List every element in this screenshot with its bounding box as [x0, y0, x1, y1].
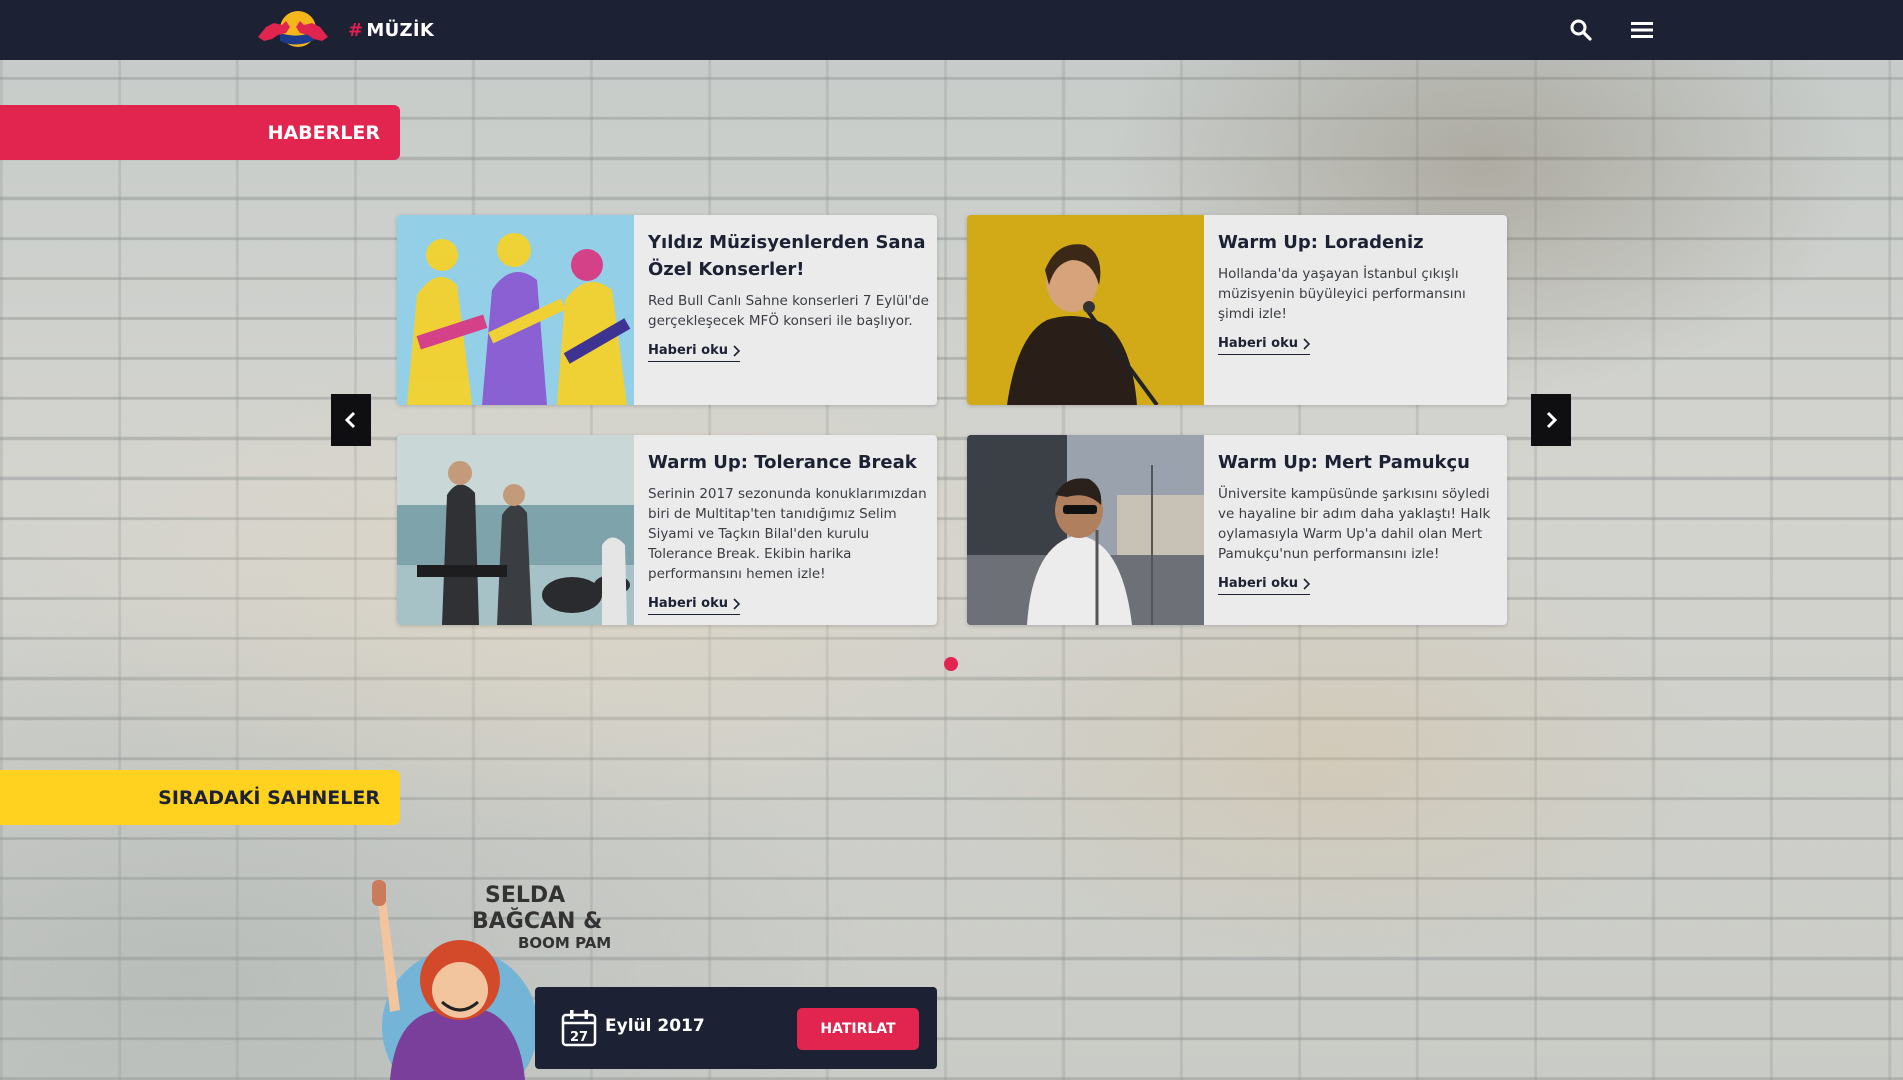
search-icon	[1570, 19, 1592, 41]
calendar-day: 27	[570, 1030, 588, 1045]
read-more-label: Haberi oku	[648, 596, 728, 611]
news-card-description: Red Bull Canlı Sahne konserleri 7 Eylül'…	[648, 293, 929, 329]
read-more-label: Haberi oku	[1218, 576, 1298, 591]
news-card-image[interactable]	[397, 435, 634, 625]
remind-button[interactable]: HATIRLAT	[797, 1008, 919, 1050]
search-button[interactable]	[1566, 16, 1596, 44]
news-card-image[interactable]	[967, 435, 1204, 625]
poster-title-line3: BOOM PAM	[518, 934, 611, 952]
hamburger-menu-icon	[1631, 22, 1653, 38]
read-more-link[interactable]: Haberi oku	[1218, 336, 1310, 355]
chevron-right-icon	[1546, 411, 1558, 429]
news-card[interactable]: Yıldız Müzisyenlerden Sana Özel Konserle…	[397, 215, 937, 405]
news-card[interactable]: Warm Up: Loradeniz Hollanda'da yaşayan İ…	[967, 215, 1507, 405]
news-card-description: Hollanda'da yaşayan İstanbul çıkışlı müz…	[1218, 266, 1466, 322]
event-date: Eylül 2017	[605, 1016, 705, 1036]
read-more-link[interactable]: Haberi oku	[648, 596, 740, 615]
read-more-label: Haberi oku	[1218, 336, 1298, 351]
news-section-title: HABERLER	[267, 121, 380, 144]
news-section-banner: HABERLER	[0, 105, 400, 160]
chevron-left-icon	[344, 411, 356, 429]
news-card-description: Serinin 2017 sezonunda konuklarımızdan b…	[648, 486, 927, 582]
chevron-right-icon	[1303, 337, 1310, 350]
top-navigation-bar: # MÜZİK	[0, 0, 1903, 60]
news-card-description: Üniversite kampüsünde şarkısını söyledi …	[1218, 486, 1491, 562]
news-card-title[interactable]: Warm Up: Mert Pamukçu	[1218, 449, 1505, 476]
menu-button[interactable]	[1627, 16, 1657, 44]
news-card-image[interactable]	[397, 215, 634, 405]
section-tag[interactable]: # MÜZİK	[348, 17, 434, 43]
news-card[interactable]: Warm Up: Tolerance Break Serinin 2017 se…	[397, 435, 937, 625]
section-name: MÜZİK	[366, 19, 435, 41]
news-card-title[interactable]: Warm Up: Tolerance Break	[648, 449, 935, 476]
read-more-link[interactable]: Haberi oku	[648, 343, 740, 362]
upcoming-section-title: SIRADAKİ SAHNELER	[158, 786, 380, 809]
read-more-link[interactable]: Haberi oku	[1218, 576, 1310, 595]
red-bull-logo[interactable]	[256, 9, 330, 49]
poster-title-line2: BAĞCAN &	[472, 908, 602, 934]
event-info-bar: 27 Eylül 2017 HATIRLAT	[535, 987, 937, 1069]
news-card[interactable]: Warm Up: Mert Pamukçu Üniversite kampüsü…	[967, 435, 1507, 625]
poster-title-line1: SELDA	[485, 883, 565, 908]
upcoming-section-banner: SIRADAKİ SAHNELER	[0, 770, 400, 825]
news-card-title[interactable]: Warm Up: Loradeniz	[1218, 229, 1505, 256]
chevron-right-icon	[733, 344, 740, 357]
chevron-right-icon	[1303, 577, 1310, 590]
carousel-next-button[interactable]	[1531, 394, 1571, 446]
news-card-title[interactable]: Yıldız Müzisyenlerden Sana Özel Konserle…	[648, 229, 935, 283]
carousel-pagination-dot[interactable]	[944, 657, 958, 671]
chevron-right-icon	[733, 597, 740, 610]
read-more-label: Haberi oku	[648, 343, 728, 358]
news-card-image[interactable]	[967, 215, 1204, 405]
carousel-prev-button[interactable]	[331, 394, 371, 446]
hash-symbol: #	[348, 19, 364, 41]
calendar-icon: 27	[561, 1009, 597, 1047]
